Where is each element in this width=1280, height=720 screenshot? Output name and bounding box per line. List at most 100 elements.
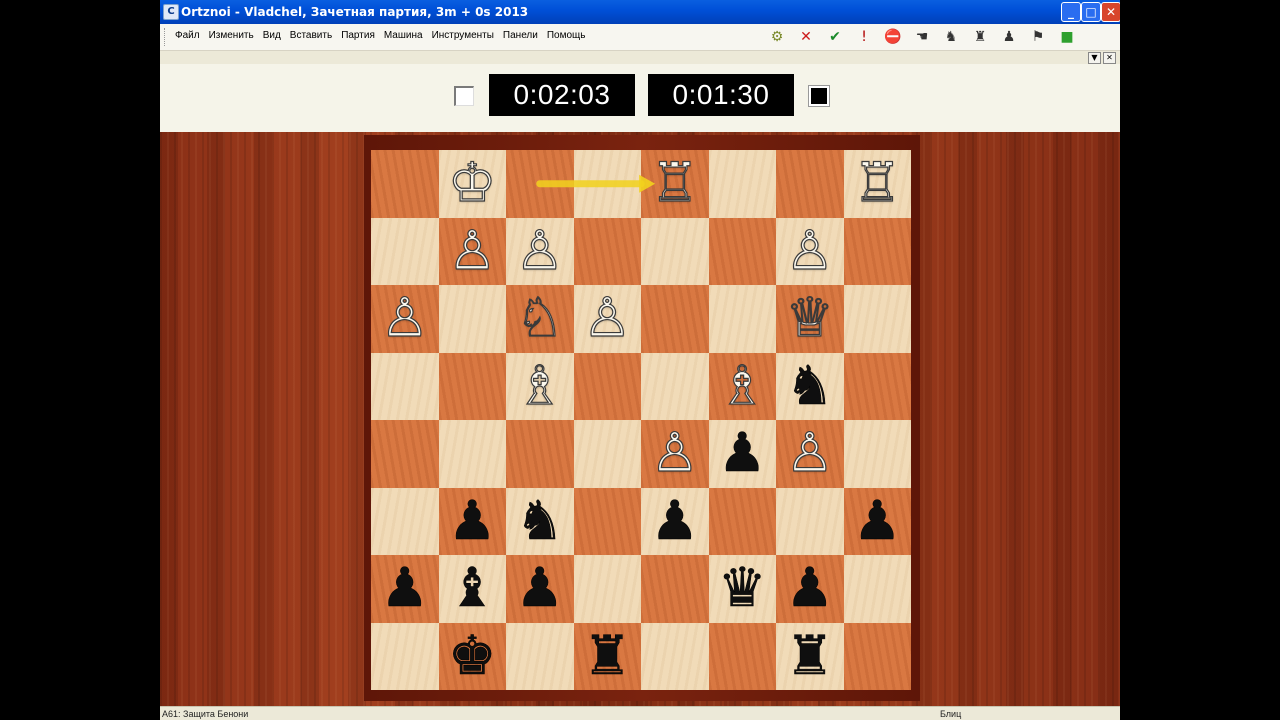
white-queen-g6[interactable]: ♕: [776, 285, 844, 353]
square-a5[interactable]: [371, 352, 439, 420]
square-d7[interactable]: [573, 217, 641, 285]
square-b5[interactable]: [438, 352, 506, 420]
square-h5[interactable]: [843, 352, 911, 420]
black-pawn-c2[interactable]: ♟: [506, 555, 574, 623]
black-bishop-b2[interactable]: ♝: [439, 555, 507, 623]
menu-file[interactable]: Файл: [175, 30, 200, 41]
black-pawn-g2[interactable]: ♟: [776, 555, 844, 623]
square-f6[interactable]: [708, 285, 776, 353]
stop-icon[interactable]: ⛔: [882, 26, 904, 48]
black-to-move-indicator: [809, 86, 829, 106]
square-a7[interactable]: [371, 217, 439, 285]
square-e6[interactable]: [641, 285, 709, 353]
menu-insert[interactable]: Вставить: [290, 30, 332, 41]
white-bishop-f5[interactable]: ♗: [709, 353, 777, 421]
panel-close-button[interactable]: ✕: [1103, 52, 1116, 64]
players-icon[interactable]: ♟: [998, 26, 1020, 48]
clock-panel: 0:02:03 0:01:30: [160, 64, 1120, 132]
square-d5[interactable]: [573, 352, 641, 420]
white-pawn-c7[interactable]: ♙: [506, 218, 574, 286]
square-f8[interactable]: [708, 150, 776, 218]
square-c8[interactable]: [506, 150, 574, 218]
square-f3[interactable]: [708, 487, 776, 555]
black-rook-d1[interactable]: ♜: [574, 623, 642, 691]
white-clock: 0:02:03: [489, 74, 635, 116]
white-rook-h8[interactable]: ♖: [844, 150, 912, 218]
white-pawn-g7[interactable]: ♙: [776, 218, 844, 286]
title-bar[interactable]: C Ortznoi - Vladchel, Зачетная партия, 3…: [160, 0, 1120, 24]
square-h6[interactable]: [843, 285, 911, 353]
black-knight-c3[interactable]: ♞: [506, 488, 574, 556]
square-h1[interactable]: [843, 622, 911, 690]
black-knight-g5[interactable]: ♞: [776, 353, 844, 421]
menu-grip[interactable]: [164, 28, 168, 46]
square-a3[interactable]: [371, 487, 439, 555]
board-icon[interactable]: ♜: [969, 26, 991, 48]
white-pawn-g4[interactable]: ♙: [776, 420, 844, 488]
menu-edit[interactable]: Изменить: [209, 30, 254, 41]
black-pawn-a2[interactable]: ♟: [371, 555, 439, 623]
square-e7[interactable]: [641, 217, 709, 285]
white-pawn-b7[interactable]: ♙: [439, 218, 507, 286]
black-pawn-f4[interactable]: ♟: [709, 420, 777, 488]
square-a4[interactable]: [371, 420, 439, 488]
app-icon[interactable]: C: [163, 4, 179, 20]
menu-panels[interactable]: Панели: [503, 30, 538, 41]
black-queen-f2[interactable]: ♛: [709, 555, 777, 623]
square-g8[interactable]: [776, 150, 844, 218]
square-e2[interactable]: [641, 555, 709, 623]
white-rook-e8[interactable]: ♖: [641, 150, 709, 218]
square-g3[interactable]: [776, 487, 844, 555]
game-type: Блиц: [940, 709, 962, 719]
white-pawn-e4[interactable]: ♙: [641, 420, 709, 488]
black-pawn-b3[interactable]: ♟: [439, 488, 507, 556]
black-pawn-h3[interactable]: ♟: [844, 488, 912, 556]
menu-help[interactable]: Помощь: [547, 30, 586, 41]
white-pawn-a6[interactable]: ♙: [371, 285, 439, 353]
square-f7[interactable]: [708, 217, 776, 285]
square-c4[interactable]: [506, 420, 574, 488]
black-clock: 0:01:30: [648, 74, 794, 116]
menu-list: Файл Изменить Вид Вставить Партия Машина…: [175, 30, 594, 41]
panel-dropdown-button[interactable]: ▼: [1088, 52, 1101, 64]
white-knight-c6[interactable]: ♘: [506, 285, 574, 353]
flag-icon[interactable]: ⚑: [1027, 26, 1049, 48]
square-d3[interactable]: [573, 487, 641, 555]
minimize-button[interactable]: _: [1061, 2, 1081, 22]
square-b6[interactable]: [438, 285, 506, 353]
menu-tools[interactable]: Инструменты: [432, 30, 494, 41]
black-king-b1[interactable]: ♚: [439, 623, 507, 691]
close-button[interactable]: ✕: [1101, 2, 1120, 22]
accept-icon[interactable]: ✔: [824, 26, 846, 48]
engine-icon[interactable]: ⚙: [766, 26, 788, 48]
black-rook-g1[interactable]: ♜: [776, 623, 844, 691]
cancel-icon[interactable]: ✕: [795, 26, 817, 48]
green-square-icon[interactable]: ■: [1056, 26, 1078, 48]
hand-icon[interactable]: ☚: [911, 26, 933, 48]
white-king-b8[interactable]: ♔: [439, 150, 507, 218]
pieces-icon[interactable]: ♞: [940, 26, 962, 48]
chess-board[interactable]: ♔ ♖ ♖ ♙ ♙ ♙ ♙ ♘ ♙ ♕ ♗ ♗ ♞ ♙ ♟ ♙ ♟ ♞ ♟ ♟ ♟ ♝ ♟ ♛ ♟ ♚ ♜ ♜: [371, 150, 911, 690]
square-a1[interactable]: [371, 622, 439, 690]
square-b4[interactable]: [438, 420, 506, 488]
square-d2[interactable]: [573, 555, 641, 623]
square-d4[interactable]: [573, 420, 641, 488]
square-c1[interactable]: [506, 622, 574, 690]
square-e5[interactable]: [641, 352, 709, 420]
square-h4[interactable]: [843, 420, 911, 488]
menu-view[interactable]: Вид: [263, 30, 281, 41]
white-pawn-d6[interactable]: ♙: [574, 285, 642, 353]
menu-engine[interactable]: Машина: [384, 30, 423, 41]
square-e1[interactable]: [641, 622, 709, 690]
black-pawn-e3[interactable]: ♟: [641, 488, 709, 556]
square-a8[interactable]: [371, 150, 439, 218]
square-f1[interactable]: [708, 622, 776, 690]
square-h2[interactable]: [843, 555, 911, 623]
exclamation-icon[interactable]: !: [853, 26, 875, 48]
square-d8[interactable]: [573, 150, 641, 218]
white-bishop-c5[interactable]: ♗: [506, 353, 574, 421]
opening-name: A61: Защита Бенони: [162, 709, 249, 719]
square-h7[interactable]: [843, 217, 911, 285]
menu-game[interactable]: Партия: [341, 30, 375, 41]
maximize-button[interactable]: □: [1081, 2, 1101, 22]
